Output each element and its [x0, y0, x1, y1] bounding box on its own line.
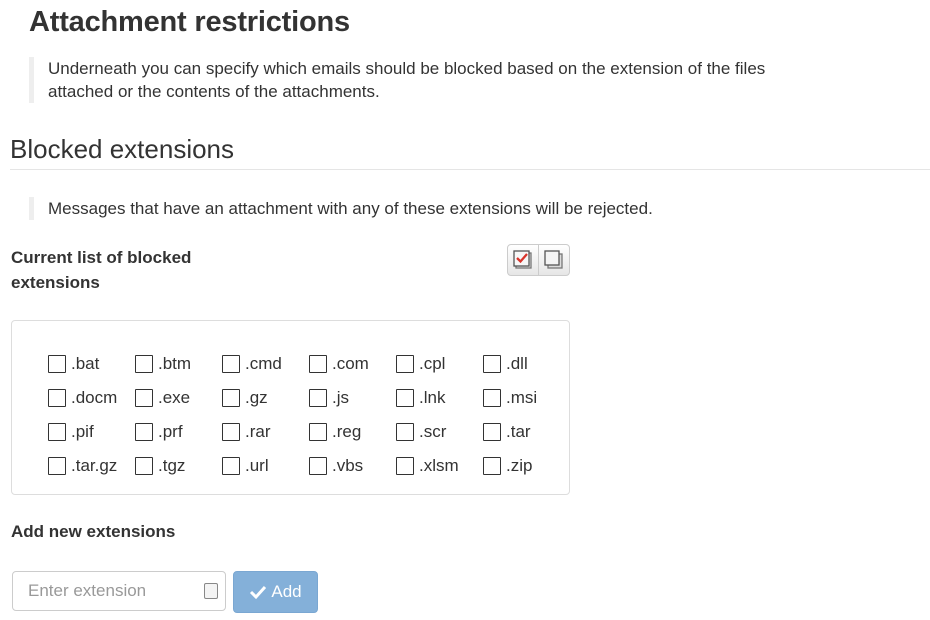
extension-input-wrapper — [12, 571, 226, 611]
extension-grid: .bat .btm .cmd .com .cpl .dll .docm .exe .gz .js.… — [48, 349, 570, 485]
extension-checkbox[interactable] — [222, 355, 240, 373]
extension-checkbox[interactable] — [135, 423, 153, 441]
extension-option[interactable]: .docm — [48, 383, 135, 413]
check-all-icon — [513, 250, 532, 269]
extension-checkbox[interactable] — [396, 423, 414, 441]
extension-label: .tgz — [158, 456, 186, 475]
extension-checkbox[interactable] — [48, 389, 66, 407]
blocked-description-note: Messages that have an attachment with an… — [29, 197, 653, 220]
extension-label: .gz — [245, 388, 268, 407]
extension-checkbox[interactable] — [483, 389, 501, 407]
extension-option[interactable]: .bat — [48, 349, 135, 379]
add-extensions-label: Add new extensions — [11, 522, 176, 541]
select-all-button[interactable] — [508, 245, 538, 275]
extension-checkbox[interactable] — [222, 457, 240, 475]
extension-label: .prf — [158, 422, 183, 441]
extension-checkbox[interactable] — [396, 389, 414, 407]
extension-label: .docm — [71, 388, 118, 407]
extension-option[interactable]: .reg — [309, 417, 396, 447]
extension-checkbox[interactable] — [309, 457, 327, 475]
section-divider — [10, 169, 930, 170]
extension-option[interactable]: .tar — [483, 417, 570, 447]
extension-option[interactable]: .tgz — [135, 451, 222, 481]
extension-checkbox[interactable] — [48, 423, 66, 441]
contact-card-icon — [204, 583, 218, 599]
extension-option[interactable]: .xlsm — [396, 451, 483, 481]
extension-checkbox[interactable] — [309, 423, 327, 441]
extension-label: .pif — [71, 422, 94, 441]
extension-label: .reg — [332, 422, 362, 441]
extension-label: .tar — [506, 422, 531, 441]
extension-option[interactable]: .zip — [483, 451, 570, 481]
extension-checkbox[interactable] — [135, 389, 153, 407]
extension-checkbox[interactable] — [135, 355, 153, 373]
extension-label: .lnk — [419, 388, 446, 407]
intro-note: Underneath you can specify which emails … — [29, 57, 828, 103]
extension-label: .scr — [419, 422, 447, 441]
extension-label: .msi — [506, 388, 538, 407]
extension-checkbox[interactable] — [48, 457, 66, 475]
current-list-label: Current list of blocked extensions — [11, 248, 192, 292]
extension-option[interactable]: .scr — [396, 417, 483, 447]
extension-option[interactable]: .cpl — [396, 349, 483, 379]
extension-label: .exe — [158, 388, 191, 407]
extension-option[interactable]: .pif — [48, 417, 135, 447]
section-title-blocked-extensions: Blocked extensions — [10, 134, 235, 164]
extension-checkbox[interactable] — [396, 355, 414, 373]
extension-checkbox[interactable] — [483, 423, 501, 441]
extension-label: .btm — [158, 354, 192, 373]
extension-label: .cpl — [419, 354, 446, 373]
extension-list-panel: .bat .btm .cmd .com .cpl .dll .docm .exe .gz .js.… — [11, 320, 570, 495]
extension-label: .com — [332, 354, 369, 373]
extension-checkbox[interactable] — [309, 355, 327, 373]
uncheck-all-icon — [544, 250, 563, 269]
extension-label: .tar.gz — [71, 456, 118, 475]
extension-label: .xlsm — [419, 456, 459, 475]
extension-label: .js — [332, 388, 349, 407]
extension-option[interactable]: .cmd — [222, 349, 309, 379]
extension-option[interactable]: .prf — [135, 417, 222, 447]
extension-label: .rar — [245, 422, 271, 441]
extension-option[interactable]: .js — [309, 383, 396, 413]
extension-checkbox[interactable] — [48, 355, 66, 373]
extension-checkbox[interactable] — [222, 423, 240, 441]
extension-label: .cmd — [245, 354, 282, 373]
extension-option[interactable]: .rar — [222, 417, 309, 447]
extension-option[interactable]: .exe — [135, 383, 222, 413]
extension-label: .bat — [71, 354, 100, 373]
extension-option[interactable]: .btm — [135, 349, 222, 379]
extension-option[interactable]: .vbs — [309, 451, 396, 481]
extension-option[interactable]: .tar.gz — [48, 451, 135, 481]
extension-label: .dll — [506, 354, 528, 373]
extension-option[interactable]: .lnk — [396, 383, 483, 413]
extension-checkbox[interactable] — [309, 389, 327, 407]
extension-label: .url — [245, 456, 269, 475]
extension-label: .vbs — [332, 456, 364, 475]
extension-checkbox[interactable] — [222, 389, 240, 407]
extension-checkbox[interactable] — [483, 355, 501, 373]
extension-checkbox[interactable] — [396, 457, 414, 475]
extension-input[interactable] — [13, 572, 183, 610]
extension-label: .zip — [506, 456, 533, 475]
checkmark-icon — [250, 585, 267, 600]
extension-option[interactable]: .url — [222, 451, 309, 481]
extension-option[interactable]: .com — [309, 349, 396, 379]
extension-checkbox[interactable] — [135, 457, 153, 475]
add-button-label: Add — [271, 582, 302, 601]
add-extension-button[interactable]: Add — [233, 571, 318, 613]
page-title: Attachment restrictions — [29, 6, 350, 38]
extension-option[interactable]: .dll — [483, 349, 570, 379]
extension-option[interactable]: .msi — [483, 383, 570, 413]
extension-checkbox[interactable] — [483, 457, 501, 475]
selection-button-group — [507, 244, 570, 276]
extension-option[interactable]: .gz — [222, 383, 309, 413]
deselect-all-button[interactable] — [538, 245, 569, 275]
